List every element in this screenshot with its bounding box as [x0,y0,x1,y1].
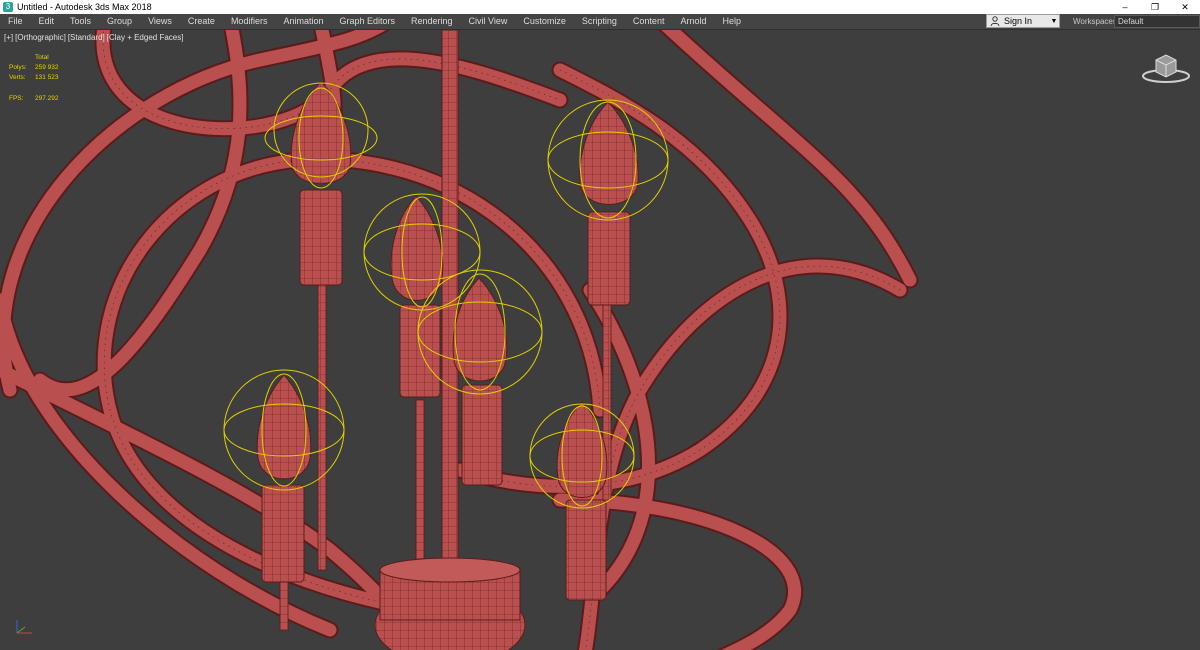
menu-file[interactable]: File [0,14,31,29]
viewport-general-menu[interactable]: [+] [4,33,13,42]
fps-value: 297.292 [35,95,59,102]
menu-scripting[interactable]: Scripting [574,14,625,29]
polys-label: Polys: [9,64,27,71]
person-icon [990,16,1000,26]
viewport-label-menu: [+] [Orthographic] [Standard] [Clay + Ed… [4,33,185,42]
window-controls: – ❐ ✕ [1110,0,1200,14]
restore-button[interactable]: ❐ [1140,0,1170,14]
axis-tripod-icon [16,620,32,634]
menu-customize[interactable]: Customize [515,14,574,29]
menu-modifiers[interactable]: Modifiers [223,14,276,29]
window-title: Untitled - Autodesk 3ds Max 2018 [17,2,152,12]
menu-tools[interactable]: Tools [62,14,99,29]
sign-in-dropdown[interactable]: Sign In ▼ [986,14,1060,28]
menu-edit[interactable]: Edit [31,14,63,29]
fps-label: FPS: [9,95,24,102]
menu-group[interactable]: Group [99,14,140,29]
viewport-display-style-menu[interactable]: [Clay + Edged Faces] [107,33,184,42]
workspaces-label: Workspaces: [1073,17,1120,26]
menu-help[interactable]: Help [714,14,749,29]
viewport-statistics: Total Polys: 259 932 Verts: 131 523 FPS:… [9,53,59,104]
verts-value: 131 523 [35,74,59,81]
viewport-shading-quality-menu[interactable]: [Standard] [68,33,105,42]
menu-content[interactable]: Content [625,14,673,29]
menu-create[interactable]: Create [180,14,223,29]
chandelier-model[interactable] [0,30,1200,650]
minimize-button[interactable]: – [1110,0,1140,14]
menu-views[interactable]: Views [140,14,180,29]
app-icon: 3 [3,2,13,12]
perspective-viewport[interactable]: [+] [Orthographic] [Standard] [Clay + Ed… [0,30,1200,650]
stats-header: Total [35,54,49,61]
workspaces-select[interactable]: Default [1114,15,1200,28]
viewport-point-of-view-menu[interactable]: [Orthographic] [15,33,66,42]
menu-rendering[interactable]: Rendering [403,14,461,29]
chevron-down-icon: ▼ [1050,17,1058,25]
menu-animation[interactable]: Animation [275,14,331,29]
menu-arnold[interactable]: Arnold [672,14,714,29]
chandelier-hub [374,557,526,650]
verts-label: Verts: [9,74,26,81]
menu-civil-view[interactable]: Civil View [461,14,516,29]
menu-graph-editors[interactable]: Graph Editors [331,14,403,29]
viewcube-icon[interactable] [1140,50,1192,86]
sign-in-label: Sign In [1004,16,1033,26]
title-bar: 3 Untitled - Autodesk 3ds Max 2018 – ❐ ✕ [0,0,1200,14]
polys-value: 259 932 [35,64,59,71]
close-button[interactable]: ✕ [1170,0,1200,14]
